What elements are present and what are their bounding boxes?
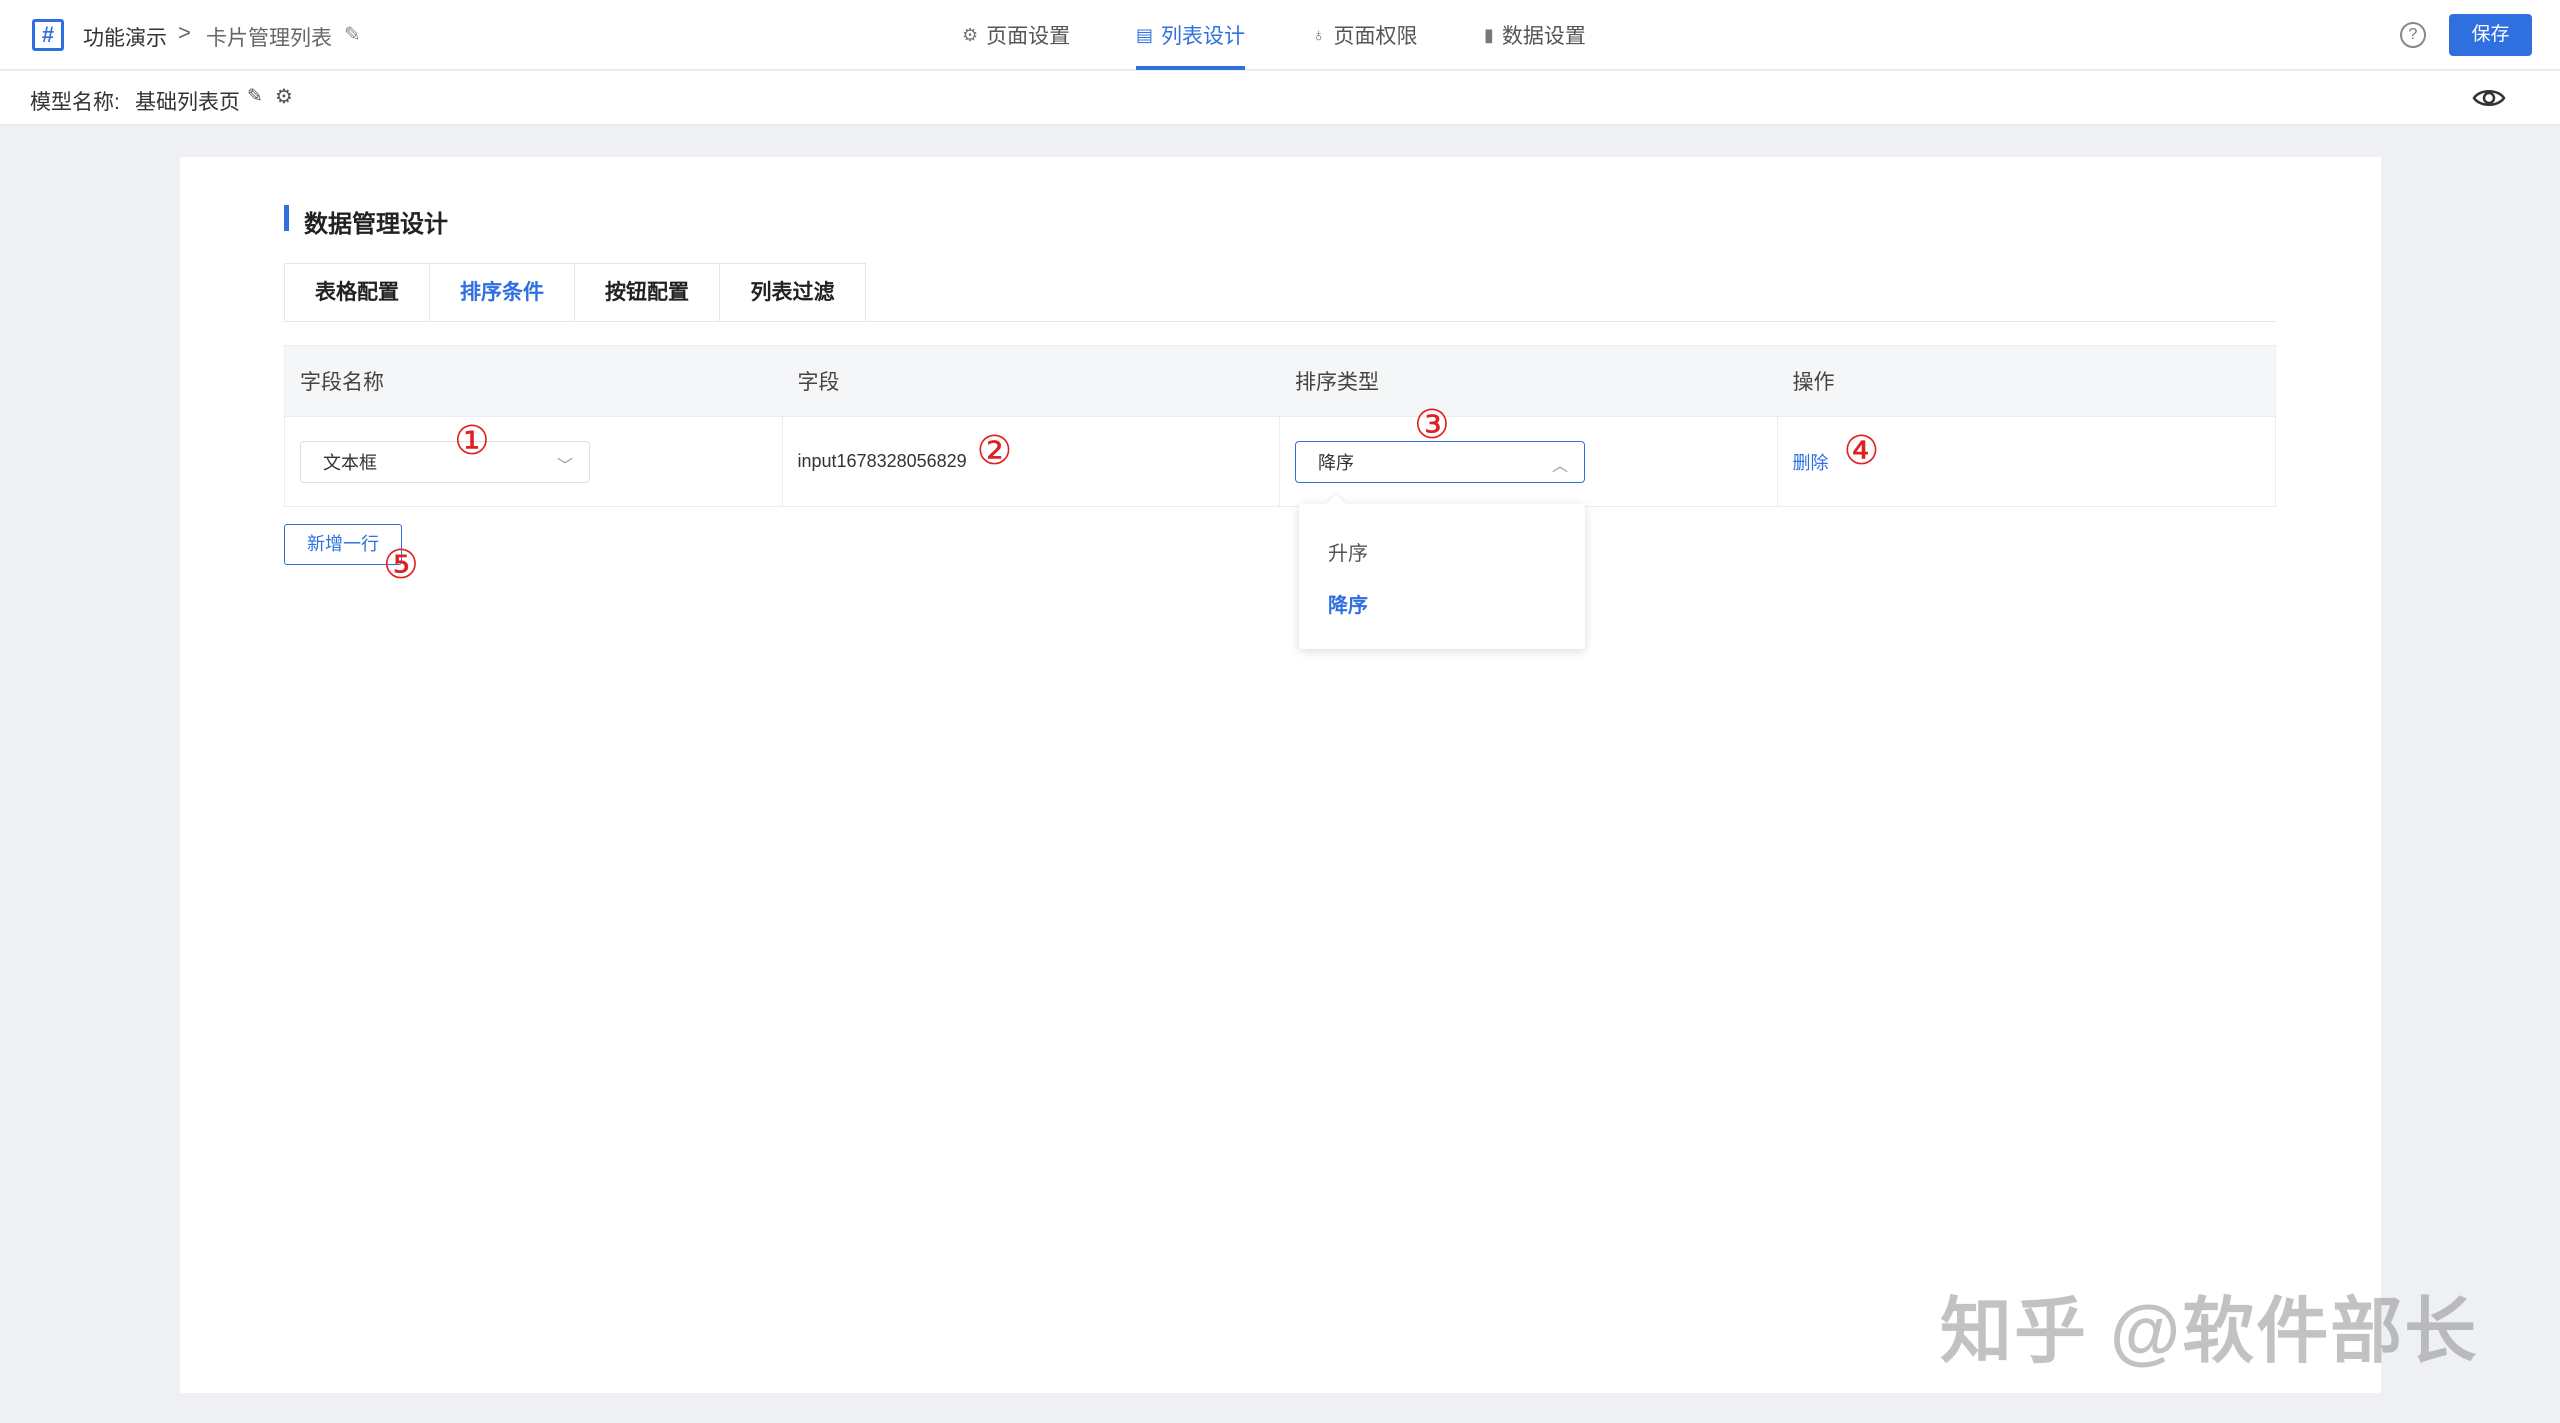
save-button[interactable]: 保存: [2449, 14, 2532, 56]
tab-label: 数据设置: [1501, 25, 1586, 48]
sort-type-value: 降序: [1318, 452, 1354, 473]
app-logo-icon[interactable]: #: [32, 19, 64, 51]
table-row: 文本框 ﹀ ① input1678328056829 ② 降序 ︿ ③ 删除 ④: [285, 405, 2276, 506]
column-header: 排序类型: [1295, 371, 1379, 394]
chevron-down-icon: ﹀: [556, 457, 573, 475]
dropdown-option-descending[interactable]: 降序: [1299, 580, 1585, 632]
model-settings-gear-icon[interactable]: ⚙: [275, 84, 293, 109]
breadcrumb-root[interactable]: 功能演示: [83, 22, 167, 52]
model-name-label: 模型名称:: [30, 91, 120, 114]
tabs-divider: [284, 321, 2276, 322]
tab-button-config[interactable]: 按钮配置: [575, 264, 720, 321]
model-bar: 模型名称: 基础列表页 ✎ ⚙: [0, 71, 2560, 125]
chevron-up-icon: ︿: [1551, 457, 1568, 475]
annotation-marker: ⑤: [383, 543, 419, 587]
annotation-marker: ③: [1414, 403, 1450, 447]
list-design-icon: ▤: [1136, 24, 1154, 45]
tab-label: 页面权限: [1333, 25, 1418, 48]
tab-table-config[interactable]: 表格配置: [285, 264, 430, 321]
column-header: 字段: [797, 371, 840, 394]
edit-title-icon[interactable]: ✎: [344, 22, 361, 47]
field-value: input1678328056829: [797, 451, 967, 471]
tab-sort-conditions[interactable]: 排序条件: [430, 264, 575, 321]
tab-list-design[interactable]: ▤ 列表设计: [1136, 0, 1246, 70]
annotation-marker: ④: [1843, 429, 1880, 473]
field-name-value: 文本框: [323, 452, 377, 473]
edit-model-icon[interactable]: ✎: [247, 85, 263, 108]
sort-type-cell: 降序 ︿ ③: [1280, 405, 1778, 506]
field-cell: input1678328056829 ②: [783, 417, 1280, 506]
bar-chart-icon: ▮: [1484, 24, 1494, 45]
field-name-cell: 文本框 ﹀ ①: [285, 417, 783, 506]
key-icon: ♁: [1312, 24, 1326, 45]
field-name-select[interactable]: 文本框 ﹀: [300, 440, 590, 483]
help-icon[interactable]: ?: [2400, 22, 2426, 48]
tab-label: 页面设置: [986, 25, 1071, 48]
section-title: 数据管理设计: [304, 211, 448, 238]
model-name-value: 基础列表页: [135, 91, 240, 114]
tab-page-settings[interactable]: ⚙ 页面设置: [962, 0, 1070, 70]
annotation-marker: ②: [976, 429, 1013, 473]
breadcrumb-current: 卡片管理列表: [206, 27, 332, 50]
content-card: 数据管理设计 表格配置 排序条件 按钮配置 列表过滤 字段名称 字段 排序类型 …: [180, 157, 2381, 1393]
gear-icon: ⚙: [962, 24, 979, 45]
sort-type-dropdown: 升序 降序: [1299, 494, 1585, 649]
tab-list-filter[interactable]: 列表过滤: [720, 264, 865, 321]
delete-link[interactable]: 删除: [1793, 449, 1829, 475]
breadcrumb-separator-icon: >: [178, 20, 191, 45]
action-cell: 删除 ④: [1778, 417, 2276, 506]
preview-eye-icon[interactable]: [2472, 86, 2506, 110]
column-header: 操作: [1792, 371, 1835, 394]
tab-data-settings[interactable]: ▮ 数据设置: [1484, 0, 1586, 70]
section-accent-bar: [284, 205, 289, 231]
tab-page-permissions[interactable]: ♁ 页面权限: [1312, 0, 1418, 70]
tab-label: 列表设计: [1161, 25, 1246, 48]
sort-table: 字段名称 字段 排序类型 操作 文本框 ﹀ ① input16783280568…: [284, 345, 2276, 507]
table-header: 字段名称 字段 排序类型 操作: [285, 346, 2275, 416]
config-tabs: 表格配置 排序条件 按钮配置 列表过滤: [284, 263, 866, 321]
annotation-marker: ①: [454, 419, 490, 463]
dropdown-option-ascending[interactable]: 升序: [1299, 528, 1585, 580]
top-header: # 功能演示 > 卡片管理列表 ✎ ⚙ 页面设置 ▤ 列表设计 ♁ 页面权限 ▮…: [0, 0, 2560, 70]
watermark: 知乎 @软件部长: [1940, 1292, 2479, 1372]
column-header: 字段名称: [300, 371, 384, 394]
